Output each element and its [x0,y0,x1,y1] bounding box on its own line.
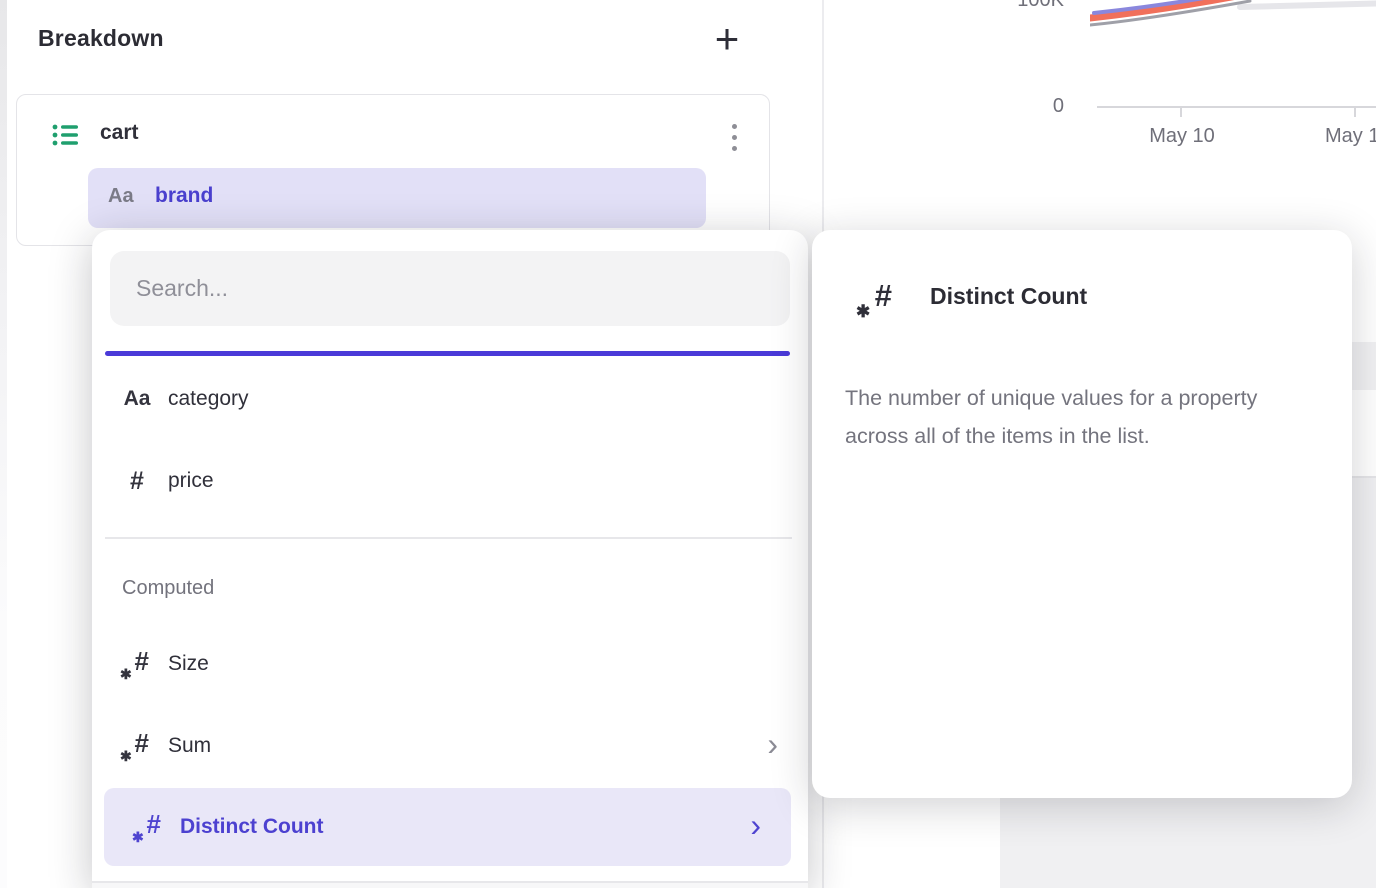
kebab-dot [732,135,737,140]
y-axis-tick-100k: 100K [1004,0,1064,12]
x-axis-line [1097,106,1376,108]
x-axis-label-may10: May 10 [1132,125,1232,148]
list-divider [105,537,792,539]
computed-number-icon: #✱ [856,280,892,320]
string-property-icon: Aa [108,185,134,208]
active-tab-indicator [105,351,790,356]
chevron-right-icon: › [767,728,778,760]
group-name-cart[interactable]: cart [100,121,139,145]
x-axis-tick [1180,107,1182,117]
kebab-dot [732,124,737,129]
kebab-dot [732,146,737,151]
computed-option-distinct-count[interactable]: #✱ Distinct Count › [104,788,791,866]
popover-description: The number of unique values for a proper… [845,379,1325,456]
popover-title: Distinct Count [930,283,1087,310]
plus-icon: + [715,18,740,60]
number-property-icon: # [120,467,154,496]
selected-property-label: brand [155,184,213,208]
panel-edge-shadow [0,0,7,888]
string-property-icon: Aa [120,387,154,411]
property-option-label: category [168,387,249,411]
computed-number-icon: #✱ [120,729,150,763]
computed-section-header: Computed [122,577,214,600]
distinct-count-info-popover: #✱ Distinct Count The number of unique v… [812,230,1352,798]
property-option-label: price [168,469,214,493]
computed-option-label: Distinct Count [180,815,323,839]
x-axis-tick [1354,107,1356,117]
property-option-price[interactable]: # price [92,452,808,510]
line-chart-series [1090,0,1376,34]
computed-number-icon: #✱ [132,810,162,844]
search-box [110,251,790,326]
x-axis-label-may1x: May 1 [1325,125,1376,148]
property-picker-dropdown: Aa category # price Computed #✱ Size #✱ … [92,230,808,888]
add-breakdown-button[interactable]: + [702,14,752,64]
computed-option-sum[interactable]: #✱ Sum › [92,717,808,775]
group-overflow-menu-button[interactable] [724,117,744,157]
app-screen: Breakdown + cart Aa brand 100K 0 May 10 … [0,0,1376,888]
computed-option-label: Sum [168,734,211,758]
chevron-right-icon: › [750,809,761,841]
computed-option-size[interactable]: #✱ Size [92,635,808,693]
search-input[interactable] [118,251,786,326]
y-axis-tick-0: 0 [1004,95,1064,118]
breakdown-section-title: Breakdown [38,25,164,52]
list-property-icon [52,123,80,147]
computed-option-label: Size [168,652,209,676]
list-footer-strip [92,883,808,888]
computed-number-icon: #✱ [120,647,150,681]
property-option-category[interactable]: Aa category [92,370,808,428]
